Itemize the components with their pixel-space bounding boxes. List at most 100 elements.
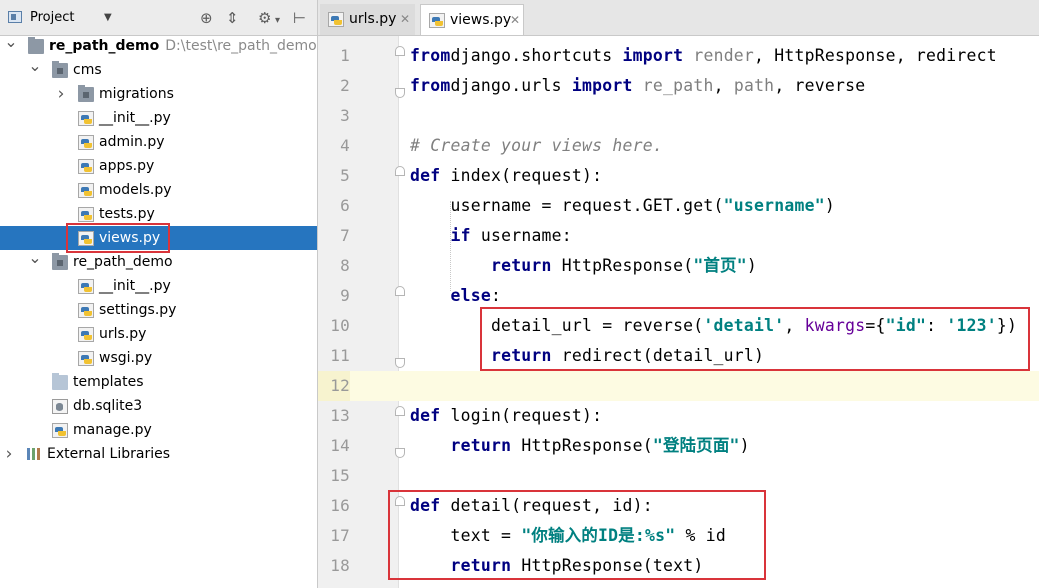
code-line[interactable]: 3 [318,101,1039,131]
folder-icon [52,373,68,390]
python-file-icon [78,279,94,294]
code-line[interactable]: 1 fromdjango.shortcuts import render, Htt… [318,41,1039,71]
python-file-icon [78,327,94,342]
code-text: return HttpResponse("首页") [490,256,757,275]
tree-item-label: tests.py [99,206,155,222]
chevron-down-icon[interactable]: ⌄ [28,246,42,270]
tree-item[interactable]: wsgi.py [0,346,317,370]
code-line[interactable]: 13 def login(request): [318,401,1039,431]
tree-item[interactable]: ⌄ cms [0,56,317,82]
code-line[interactable]: 10 detail_url = reverse('detail', kwargs… [318,311,1039,341]
code-text: return redirect(detail_url) [490,346,765,365]
folder-icon [28,37,44,54]
chevron-right-icon[interactable]: › [54,82,68,106]
tree-item-label: urls.py [99,326,147,342]
code-line[interactable]: 4 # Create your views here. [318,131,1039,161]
code-line[interactable]: 14 return HttpResponse("登陆页面") [318,431,1039,461]
line-number: 1 [340,46,350,65]
tree-item[interactable]: admin.py [0,130,317,154]
code-line[interactable]: 15 [318,461,1039,491]
chevron-down-icon[interactable]: ▼ [104,12,112,23]
code-line[interactable]: 11 return redirect(detail_url) [318,341,1039,371]
tree-item-label: templates [73,374,144,390]
tree-item[interactable]: tests.py [0,202,317,226]
fold-marker[interactable] [395,88,405,98]
line-number: 12 [318,371,350,401]
line-number: 13 [330,406,350,425]
chevron-down-icon[interactable]: ⌄ [28,54,42,78]
project-view-icon[interactable] [8,11,22,23]
tree-item[interactable]: settings.py [0,298,317,322]
code-line[interactable]: 9 else: [318,281,1039,311]
fold-marker[interactable] [395,166,405,176]
code-text: # Create your views here. [410,136,663,155]
python-file-icon [78,159,94,174]
chevron-right-icon[interactable]: › [2,442,16,466]
code-text: if username: [450,226,572,245]
python-file-icon [78,135,94,150]
tree-item[interactable]: ⌄ re_path_demo [0,248,317,274]
tree-item[interactable]: models.py [0,178,317,202]
code-line[interactable]: 2 fromdjango.urls import re_path, path, r… [318,71,1039,101]
line-number: 7 [340,226,350,245]
tree-item-label: migrations [99,86,174,102]
line-number: 15 [330,466,350,485]
code-text: fromdjango.shortcuts import render, Http… [410,46,997,65]
settings-dropdown-icon[interactable]: ▾ [275,12,280,30]
code-line[interactable]: 5 def index(request): [318,161,1039,191]
gear-icon[interactable]: ⚙ [258,9,271,27]
tree-item-label: admin.py [99,134,165,150]
python-file-icon [78,231,94,246]
tree-item[interactable]: db.sqlite3 [0,394,317,418]
chevron-down-icon[interactable]: ⌄ [4,30,18,54]
code-line[interactable]: 16 def detail(request, id): [318,491,1039,521]
code-line[interactable]: 18 return HttpResponse(text) [318,551,1039,581]
code-text: def login(request): [410,406,603,425]
code-text: def index(request): [410,166,603,185]
code-line[interactable]: 8 return HttpResponse("首页") [318,251,1039,281]
code-text: detail_url = reverse('detail', kwargs={"… [410,316,1018,335]
fold-marker[interactable] [395,448,405,458]
tree-item[interactable]: ⌄ re_path_demo D:\test\re_path_demo [0,32,317,58]
tree-item-label: apps.py [99,158,155,174]
tab-views-py[interactable]: views.py ✕ [420,4,524,35]
tree-item[interactable]: templates [0,370,317,394]
scroll-from-source-icon[interactable]: ⊕ [200,9,213,27]
close-icon[interactable]: ✕ [400,4,410,35]
code-line[interactable]: 7 if username: [318,221,1039,251]
code-line[interactable]: 12 [318,371,1039,401]
tree-item-label: settings.py [99,302,177,318]
close-icon[interactable]: ✕ [510,5,520,36]
indent-guide [450,201,451,291]
code-text: else: [450,286,502,305]
line-number: 9 [340,286,350,305]
python-file-icon [78,207,94,222]
tree-item-label: cms [73,62,102,78]
python-file-icon [78,351,94,366]
fold-marker[interactable] [395,46,405,56]
tree-item[interactable]: manage.py [0,418,317,442]
tree-item-label: manage.py [73,422,152,438]
hide-panel-icon[interactable]: ⊢ [293,9,306,27]
tab-urls-py[interactable]: urls.py ✕ [320,4,415,35]
tree-item[interactable]: › External Libraries [0,442,317,466]
code-line[interactable]: 17 text = "你输入的ID是:%s" % id [318,521,1039,551]
tree-item-label: External Libraries [47,446,170,462]
collapse-all-icon[interactable]: ⇕ [226,9,239,27]
project-view-selector[interactable]: Project [30,10,74,25]
fold-marker[interactable] [395,406,405,416]
tree-item[interactable]: __init__.py [0,106,317,130]
line-number: 10 [330,316,350,335]
code-line[interactable]: 6 username = request.GET.get("username") [318,191,1039,221]
tree-item-label: models.py [99,182,172,198]
tree-item[interactable]: views.py [0,226,317,250]
tree-item[interactable]: apps.py [0,154,317,178]
project-path: D:\test\re_path_demo [165,38,317,54]
tree-item[interactable]: › migrations [0,82,317,106]
fold-marker[interactable] [395,286,405,296]
tree-item[interactable]: urls.py [0,322,317,346]
fold-marker[interactable] [395,358,405,368]
tree-item[interactable]: __init__.py [0,274,317,298]
fold-marker[interactable] [395,496,405,506]
code-editor[interactable]: 1 fromdjango.shortcuts import render, Htt… [318,36,1039,588]
